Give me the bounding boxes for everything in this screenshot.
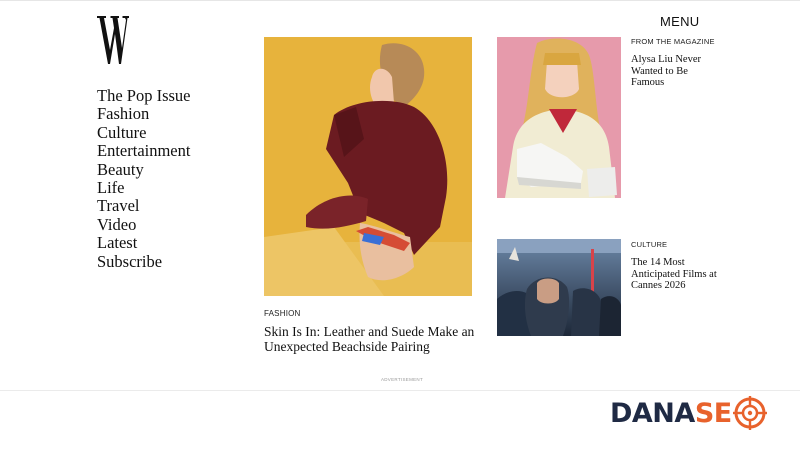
- watermark-text-se: SE: [694, 397, 732, 429]
- nav-item-culture[interactable]: Culture: [97, 123, 191, 142]
- watermark-text-dana: DANA: [610, 397, 695, 429]
- card-title[interactable]: Alysa Liu Never Wanted to Be Famous: [631, 54, 721, 89]
- danaseo-watermark: DANA SE: [610, 396, 767, 430]
- nav-item-latest[interactable]: Latest: [97, 233, 191, 252]
- nav-item-subscribe[interactable]: Subscribe: [97, 252, 191, 271]
- nav-item-entertainment[interactable]: Entertainment: [97, 141, 191, 160]
- w-logo[interactable]: [97, 14, 129, 66]
- nav-item-life[interactable]: Life: [97, 178, 191, 197]
- hero-category-label[interactable]: FASHION: [264, 309, 301, 318]
- card-image-alysa-liu[interactable]: [497, 37, 621, 198]
- card-title[interactable]: The 14 Most Anticipated Films at Cannes …: [631, 257, 721, 292]
- ad-divider: [0, 390, 800, 391]
- card-image-cannes-films[interactable]: [497, 239, 621, 336]
- nav-item-the-pop-issue[interactable]: The Pop Issue: [97, 86, 191, 105]
- nav-item-fashion[interactable]: Fashion: [97, 104, 191, 123]
- card-category-label[interactable]: CULTURE: [631, 240, 667, 249]
- nav-item-travel[interactable]: Travel: [97, 197, 191, 216]
- hero-article-title[interactable]: Skin Is In: Leather and Suede Make an Un…: [264, 324, 484, 354]
- main-nav: The Pop Issue Fashion Culture Entertainm…: [97, 86, 191, 271]
- menu-button[interactable]: MENU: [660, 14, 699, 29]
- nav-item-video[interactable]: Video: [97, 215, 191, 234]
- crosshair-icon: [732, 396, 767, 430]
- card-category-label[interactable]: FROM THE MAGAZINE: [631, 37, 715, 46]
- hero-article-image[interactable]: [264, 37, 472, 296]
- advertisement-label: ADVERTISEMENT: [380, 377, 424, 382]
- top-border: [0, 0, 800, 1]
- nav-item-beauty[interactable]: Beauty: [97, 160, 191, 179]
